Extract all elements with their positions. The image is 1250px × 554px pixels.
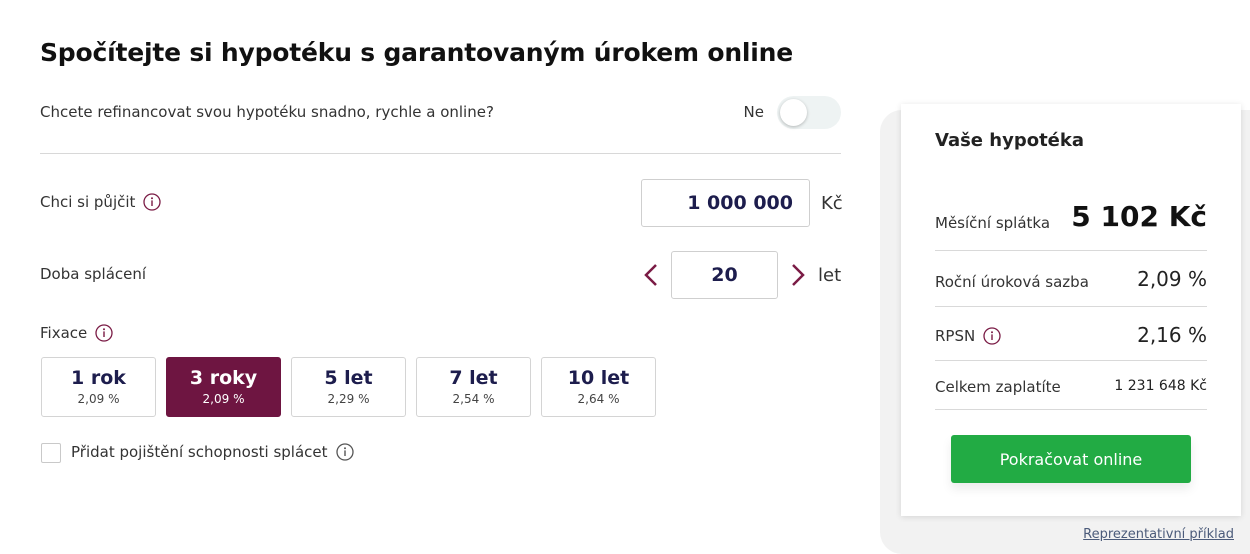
term-label: Doba splácení [40,265,147,283]
fixation-option-rate: 2,09 % [202,392,245,406]
toggle-knob [780,99,807,126]
fixation-option-rate: 2,64 % [577,392,620,406]
rpsn-value: 2,16 % [1137,323,1207,347]
loan-label: Chci si půjčit [40,193,136,211]
refinance-question: Chcete refinancovat svou hypotéku snadno… [40,103,494,121]
fixation-option-7-let[interactable]: 7 let 2,54 % [416,357,531,417]
monthly-payment-value: 5 102 Kč [1071,200,1207,233]
info-icon[interactable] [143,193,162,211]
fixation-option-rate: 2,29 % [327,392,370,406]
refinance-toggle[interactable] [777,96,841,129]
summary-card: Vaše hypotéka Měsíční splátka 5 102 Kč R… [901,104,1241,516]
term-years-input[interactable]: 20 [671,251,778,299]
chevron-right-icon [792,264,805,286]
total-value: 1 231 648 Kč [1114,378,1207,394]
divider [935,306,1207,307]
refinance-toggle-state: Ne [743,103,764,121]
chevron-left-icon [644,264,657,286]
fixation-option-title: 3 roky [189,367,258,389]
total-label: Celkem zaplatíte [935,378,1061,396]
fixation-option-5-let[interactable]: 5 let 2,29 % [291,357,406,417]
fixation-label: Fixace [40,324,88,342]
rpsn-label-row: RPSN [935,327,1001,345]
fixation-option-10-let[interactable]: 10 let 2,64 % [541,357,656,417]
monthly-payment-row: Měsíční splátka 5 102 Kč [935,200,1207,250]
fixation-option-title: 1 rok [71,367,126,389]
monthly-payment-label: Měsíční splátka [935,214,1051,232]
representative-example-link[interactable]: Reprezentativní příklad [1083,527,1234,542]
divider [40,153,841,154]
info-icon[interactable] [983,327,1001,345]
fixation-label-row: Fixace [40,324,113,342]
info-icon[interactable] [95,324,113,342]
continue-online-button[interactable]: Pokračovat online [951,435,1191,483]
loan-amount-input[interactable]: 1 000 000 [641,179,810,227]
rpsn-row: RPSN 2,16 % [935,320,1207,360]
summary-title: Vaše hypotéka [935,130,1085,151]
rate-label: Roční úroková sazba [935,273,1089,291]
divider [935,409,1207,410]
term-decrease-button[interactable] [641,260,661,290]
fixation-option-rate: 2,54 % [452,392,495,406]
term-label-row: Doba splácení [40,265,146,283]
insurance-label-row: Přidat pojištění schopnosti splácet [71,443,354,461]
loan-currency: Kč [821,193,843,214]
rpsn-label: RPSN [935,327,976,345]
divider [935,360,1207,361]
insurance-checkbox[interactable] [41,443,61,463]
rate-value: 2,09 % [1137,267,1207,291]
loan-label-row: Chci si půjčit [40,193,162,211]
fixation-option-title: 7 let [449,367,498,389]
fixation-option-1-rok[interactable]: 1 rok 2,09 % [41,357,156,417]
total-row: Celkem zaplatíte 1 231 648 Kč [935,372,1207,406]
fixation-option-title: 10 let [567,367,630,389]
rate-row: Roční úroková sazba 2,09 % [935,264,1207,304]
refinance-row: Chcete refinancovat svou hypotéku snadno… [40,96,841,130]
divider [935,250,1207,251]
fixation-option-3-roky[interactable]: 3 roky 2,09 % [166,357,281,417]
term-increase-button[interactable] [788,260,808,290]
fixation-option-title: 5 let [324,367,373,389]
page-title: Spočítejte si hypotéku s garantovaným úr… [40,38,794,67]
fixation-option-rate: 2,09 % [77,392,120,406]
term-unit: let [818,265,842,286]
info-icon[interactable] [335,443,354,461]
insurance-label: Přidat pojištění schopnosti splácet [71,443,328,461]
